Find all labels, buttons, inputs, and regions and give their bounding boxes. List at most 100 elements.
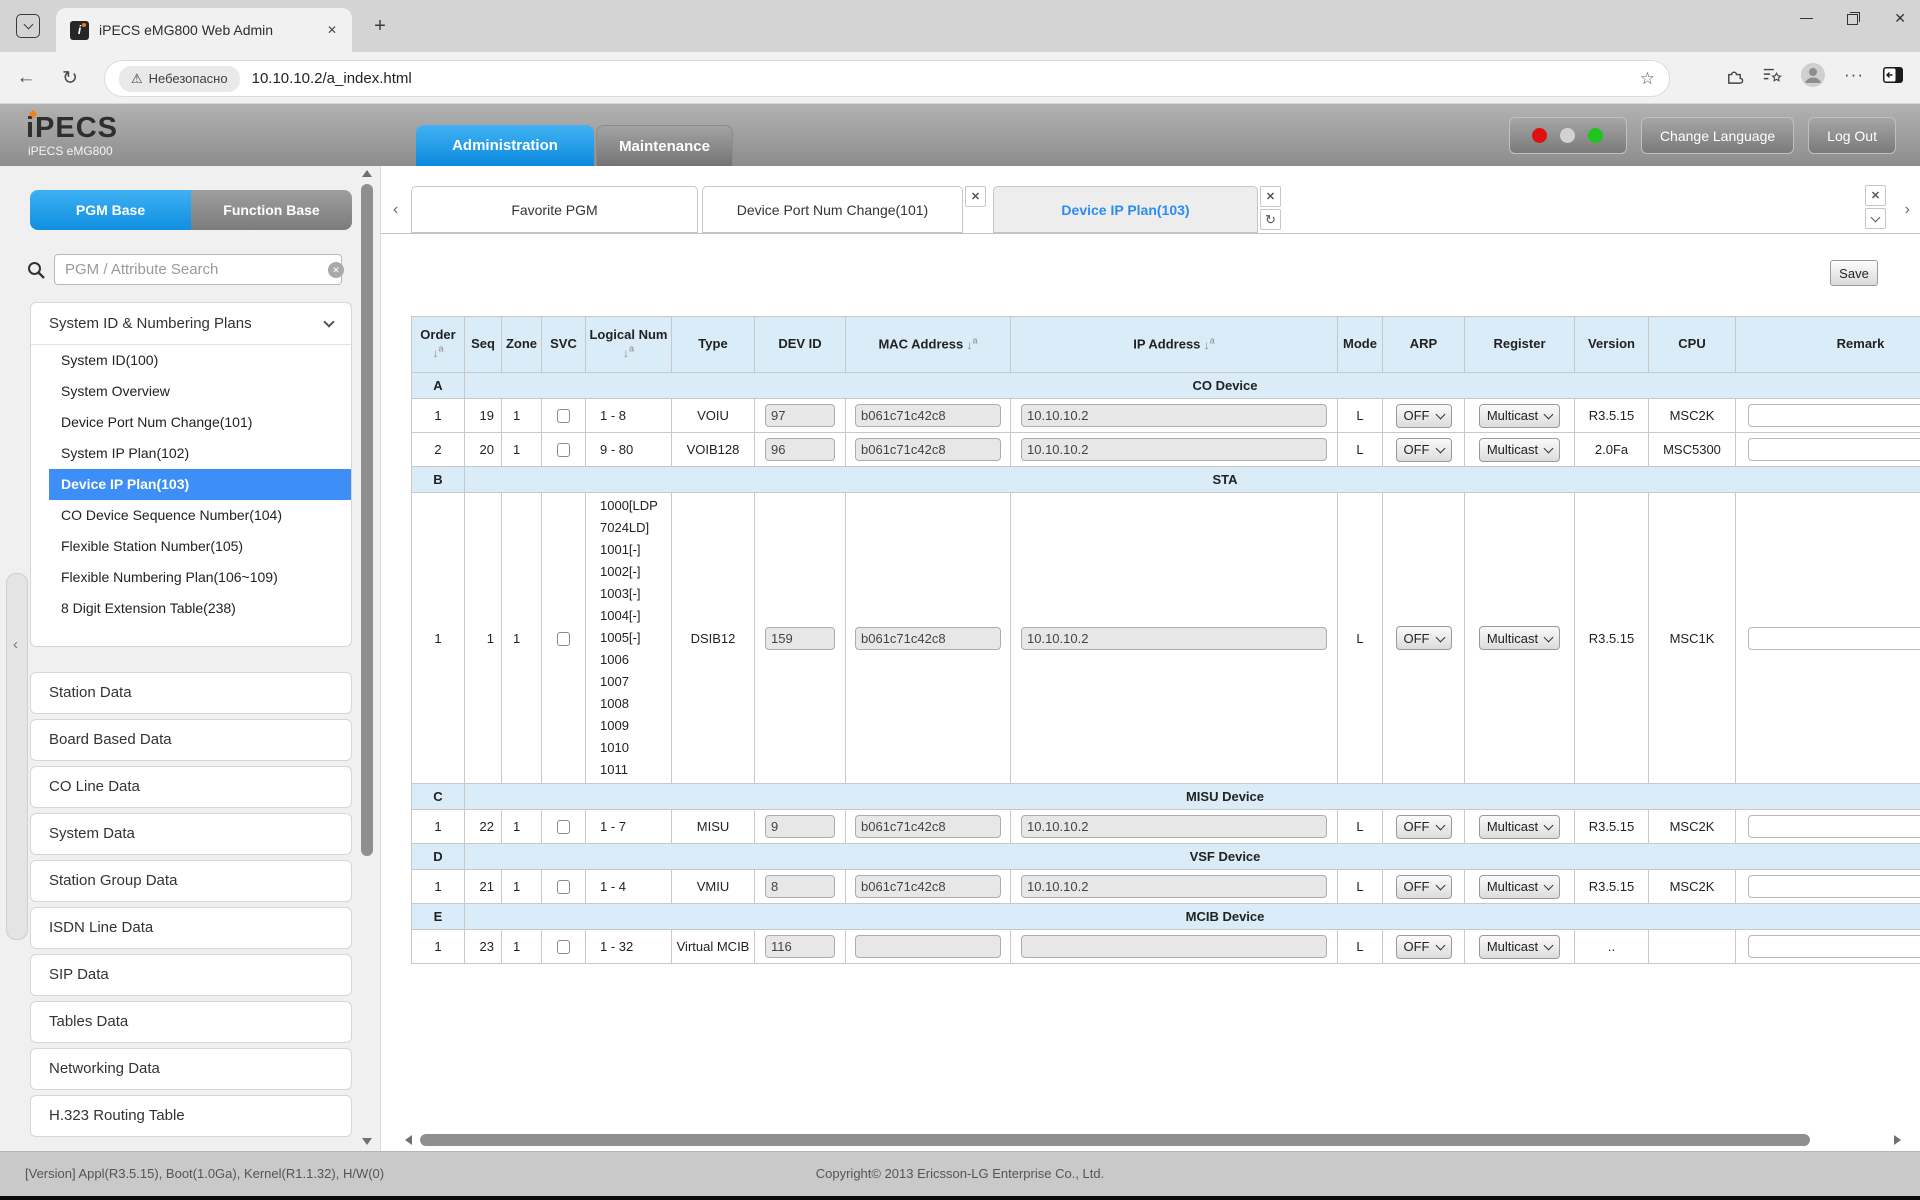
dev-id-input[interactable] xyxy=(765,815,835,838)
tab-close-icon[interactable]: ✕ xyxy=(1260,186,1281,207)
search-clear-icon[interactable]: ✕ xyxy=(328,262,344,278)
address-bar[interactable]: ⚠ Небезопасно 10.10.10.2/a_index.html ☆ xyxy=(104,60,1670,97)
sidebar-scrollbar[interactable] xyxy=(360,166,374,1151)
favorites-bar-icon[interactable] xyxy=(1762,66,1782,84)
dev-id-input[interactable] xyxy=(765,935,835,958)
logout-button[interactable]: Log Out xyxy=(1808,117,1896,154)
remark-input[interactable] xyxy=(1748,627,1920,650)
sidebar-section-card[interactable]: System Data xyxy=(30,813,352,855)
column-header-ip-address[interactable]: IP Address ↓a xyxy=(1011,317,1338,373)
save-button[interactable]: Save xyxy=(1830,260,1878,286)
sidebar-collapse-handle[interactable]: ‹ xyxy=(6,573,28,940)
column-header-order[interactable]: Order ↓a xyxy=(412,317,465,373)
register-select[interactable]: Multicast xyxy=(1479,404,1560,428)
sidebar-item[interactable]: Device IP Plan(103) xyxy=(49,469,351,500)
horizontal-scroll-thumb[interactable] xyxy=(420,1134,1810,1146)
remark-input[interactable] xyxy=(1748,815,1920,838)
sidebar-item[interactable]: Flexible Station Number(105) xyxy=(31,531,351,562)
sidebar-item[interactable]: CO Device Sequence Number(104) xyxy=(31,500,351,531)
sidebar-item[interactable]: 8 Digit Extension Table(238) xyxy=(31,593,351,624)
scroll-down-icon[interactable] xyxy=(362,1138,372,1145)
security-badge[interactable]: ⚠ Небезопасно xyxy=(119,66,240,92)
tab-refresh-icon[interactable]: ↻ xyxy=(1260,209,1281,230)
change-language-button[interactable]: Change Language xyxy=(1641,117,1794,154)
tab-scroll-left-icon[interactable]: ‹ xyxy=(393,201,398,219)
reload-icon[interactable]: ↻ xyxy=(56,64,84,92)
bookmark-star-icon[interactable]: ☆ xyxy=(1640,69,1655,89)
mac-address-input[interactable] xyxy=(855,438,1001,461)
nav-tab-administration[interactable]: Administration xyxy=(416,125,594,166)
horizontal-scrollbar[interactable] xyxy=(405,1133,1905,1147)
sidebar-item[interactable]: System Overview xyxy=(31,376,351,407)
sidebar-item[interactable]: Device Port Num Change(101) xyxy=(31,407,351,438)
new-tab-button[interactable]: + xyxy=(366,12,394,40)
sidebar-section-header[interactable]: System ID & Numbering Plans xyxy=(31,303,351,345)
ip-address-input[interactable] xyxy=(1021,875,1327,898)
sidebar-section-card[interactable]: Networking Data xyxy=(30,1048,352,1090)
register-select[interactable]: Multicast xyxy=(1479,875,1560,899)
dev-id-input[interactable] xyxy=(765,875,835,898)
tab-close-icon[interactable]: ✕ xyxy=(965,186,986,207)
sidebar-toggle-icon[interactable] xyxy=(1882,66,1904,84)
register-select[interactable]: Multicast xyxy=(1479,438,1560,462)
arp-select[interactable]: OFF xyxy=(1396,875,1452,899)
scroll-up-icon[interactable] xyxy=(362,170,372,177)
arp-select[interactable]: OFF xyxy=(1396,404,1452,428)
dev-id-input[interactable] xyxy=(765,404,835,427)
browser-tab[interactable]: i iPECS eMG800 Web Admin ✕ xyxy=(56,8,352,52)
sidebar-section-card[interactable]: SIP Data xyxy=(30,954,352,996)
mac-address-input[interactable] xyxy=(855,875,1001,898)
tab-close-icon[interactable]: ✕ xyxy=(322,20,342,40)
svc-checkbox[interactable] xyxy=(557,880,570,894)
column-header-logical-num[interactable]: Logical Num ↓a xyxy=(586,317,672,373)
sidebar-section-card[interactable]: H.323 Routing Table xyxy=(30,1095,352,1137)
tab-actions-icon[interactable] xyxy=(16,14,40,38)
sidebar-section-card[interactable]: Tables Data xyxy=(30,1001,352,1043)
back-icon[interactable]: ← xyxy=(12,64,40,92)
ip-address-input[interactable] xyxy=(1021,627,1327,650)
mac-address-input[interactable] xyxy=(855,815,1001,838)
remark-input[interactable] xyxy=(1748,404,1920,427)
arp-select[interactable]: OFF xyxy=(1396,815,1452,839)
sidebar-section-card[interactable]: Station Data xyxy=(30,672,352,714)
svc-checkbox[interactable] xyxy=(557,820,570,834)
remark-input[interactable] xyxy=(1748,438,1920,461)
mac-address-input[interactable] xyxy=(855,935,1001,958)
window-close-icon[interactable]: ✕ xyxy=(1894,10,1906,27)
sidebar-section-card[interactable]: CO Line Data xyxy=(30,766,352,808)
dev-id-input[interactable] xyxy=(765,627,835,650)
svc-checkbox[interactable] xyxy=(557,940,570,954)
profile-avatar[interactable] xyxy=(1800,62,1826,88)
arp-select[interactable]: OFF xyxy=(1396,935,1452,959)
mac-address-input[interactable] xyxy=(855,627,1001,650)
sidebar-item[interactable]: System IP Plan(102) xyxy=(31,438,351,469)
sidebar-section-card[interactable]: Station Group Data xyxy=(30,860,352,902)
scroll-right-icon[interactable] xyxy=(1894,1135,1901,1145)
pgm-tab[interactable]: Device Port Num Change(101)✕ xyxy=(702,186,963,233)
dev-id-input[interactable] xyxy=(765,438,835,461)
ip-address-input[interactable] xyxy=(1021,815,1327,838)
tab-scroll-right-icon[interactable]: › xyxy=(1905,201,1910,219)
register-select[interactable]: Multicast xyxy=(1479,935,1560,959)
arp-select[interactable]: OFF xyxy=(1396,626,1452,650)
mac-address-input[interactable] xyxy=(855,404,1001,427)
ip-address-input[interactable] xyxy=(1021,438,1327,461)
nav-tab-maintenance[interactable]: Maintenance xyxy=(596,125,733,166)
remark-input[interactable] xyxy=(1748,875,1920,898)
sidebar-tab-pgm-base[interactable]: PGM Base xyxy=(30,190,191,230)
ip-address-input[interactable] xyxy=(1021,935,1327,958)
extensions-icon[interactable] xyxy=(1725,66,1744,85)
sidebar-section-card[interactable]: Board Based Data xyxy=(30,719,352,761)
sidebar-item[interactable]: Flexible Numbering Plan(106~109) xyxy=(31,562,351,593)
search-input[interactable] xyxy=(54,254,342,285)
scroll-left-icon[interactable] xyxy=(405,1135,412,1145)
arp-select[interactable]: OFF xyxy=(1396,438,1452,462)
svc-checkbox[interactable] xyxy=(557,632,570,646)
close-all-tabs-button[interactable]: ✕ xyxy=(1865,185,1886,206)
register-select[interactable]: Multicast xyxy=(1479,626,1560,650)
svc-checkbox[interactable] xyxy=(557,409,570,423)
svc-checkbox[interactable] xyxy=(557,443,570,457)
register-select[interactable]: Multicast xyxy=(1479,815,1560,839)
url-text[interactable]: 10.10.10.2/a_index.html xyxy=(252,70,412,87)
column-header-mac-address[interactable]: MAC Address ↓a xyxy=(846,317,1011,373)
